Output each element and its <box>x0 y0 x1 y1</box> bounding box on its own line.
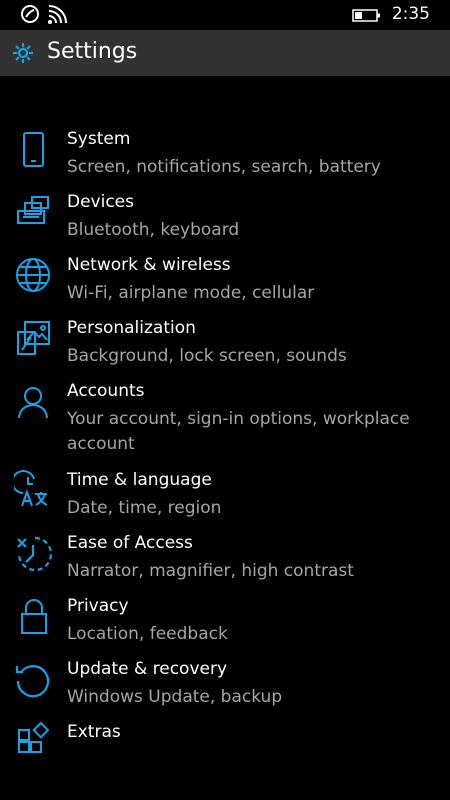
item-label: Update & recovery <box>67 659 228 679</box>
lock-icon <box>14 598 54 638</box>
page-title: Settings <box>47 39 138 64</box>
item-description: Bluetooth, keyboard <box>67 220 240 240</box>
phone-icon <box>14 131 54 171</box>
update-icon <box>14 661 54 701</box>
personalization-icon <box>14 319 54 359</box>
person-icon <box>14 384 54 424</box>
item-description: Your account, sign-in options, workplace… <box>67 409 410 454</box>
ease-of-access-icon <box>14 535 54 575</box>
item-label: Privacy <box>67 596 129 616</box>
item-description: Wi-Fi, airplane mode, cellular <box>67 283 315 303</box>
item-description: Narrator, magnifier, high contrast <box>67 561 354 581</box>
clock-time: 2:35 <box>391 4 430 24</box>
globe-icon <box>14 256 54 296</box>
time-language-icon <box>14 470 54 510</box>
nfc-icon <box>20 4 40 28</box>
extras-icon <box>14 721 54 761</box>
item-label: Accounts <box>67 381 145 401</box>
page-header: Settings <box>0 30 450 76</box>
item-description: Background, lock screen, sounds <box>67 346 347 366</box>
battery-icon <box>352 8 382 28</box>
item-description: Windows Update, backup <box>67 687 283 707</box>
item-label: Time & language <box>67 470 212 490</box>
item-label: Devices <box>67 192 134 212</box>
gear-icon <box>12 42 34 68</box>
item-label: Extras <box>67 722 121 742</box>
devices-icon <box>14 195 54 235</box>
item-label: Ease of Access <box>67 533 193 553</box>
item-label: Personalization <box>67 318 196 338</box>
item-description: Screen, notifications, search, battery <box>67 157 381 177</box>
wifi-icon <box>46 4 68 30</box>
status-bar: 2:35 <box>0 0 450 30</box>
item-description: Location, feedback <box>67 624 228 644</box>
item-label: Network & wireless <box>67 255 231 275</box>
item-label: System <box>67 129 131 149</box>
item-description: Date, time, region <box>67 498 222 518</box>
